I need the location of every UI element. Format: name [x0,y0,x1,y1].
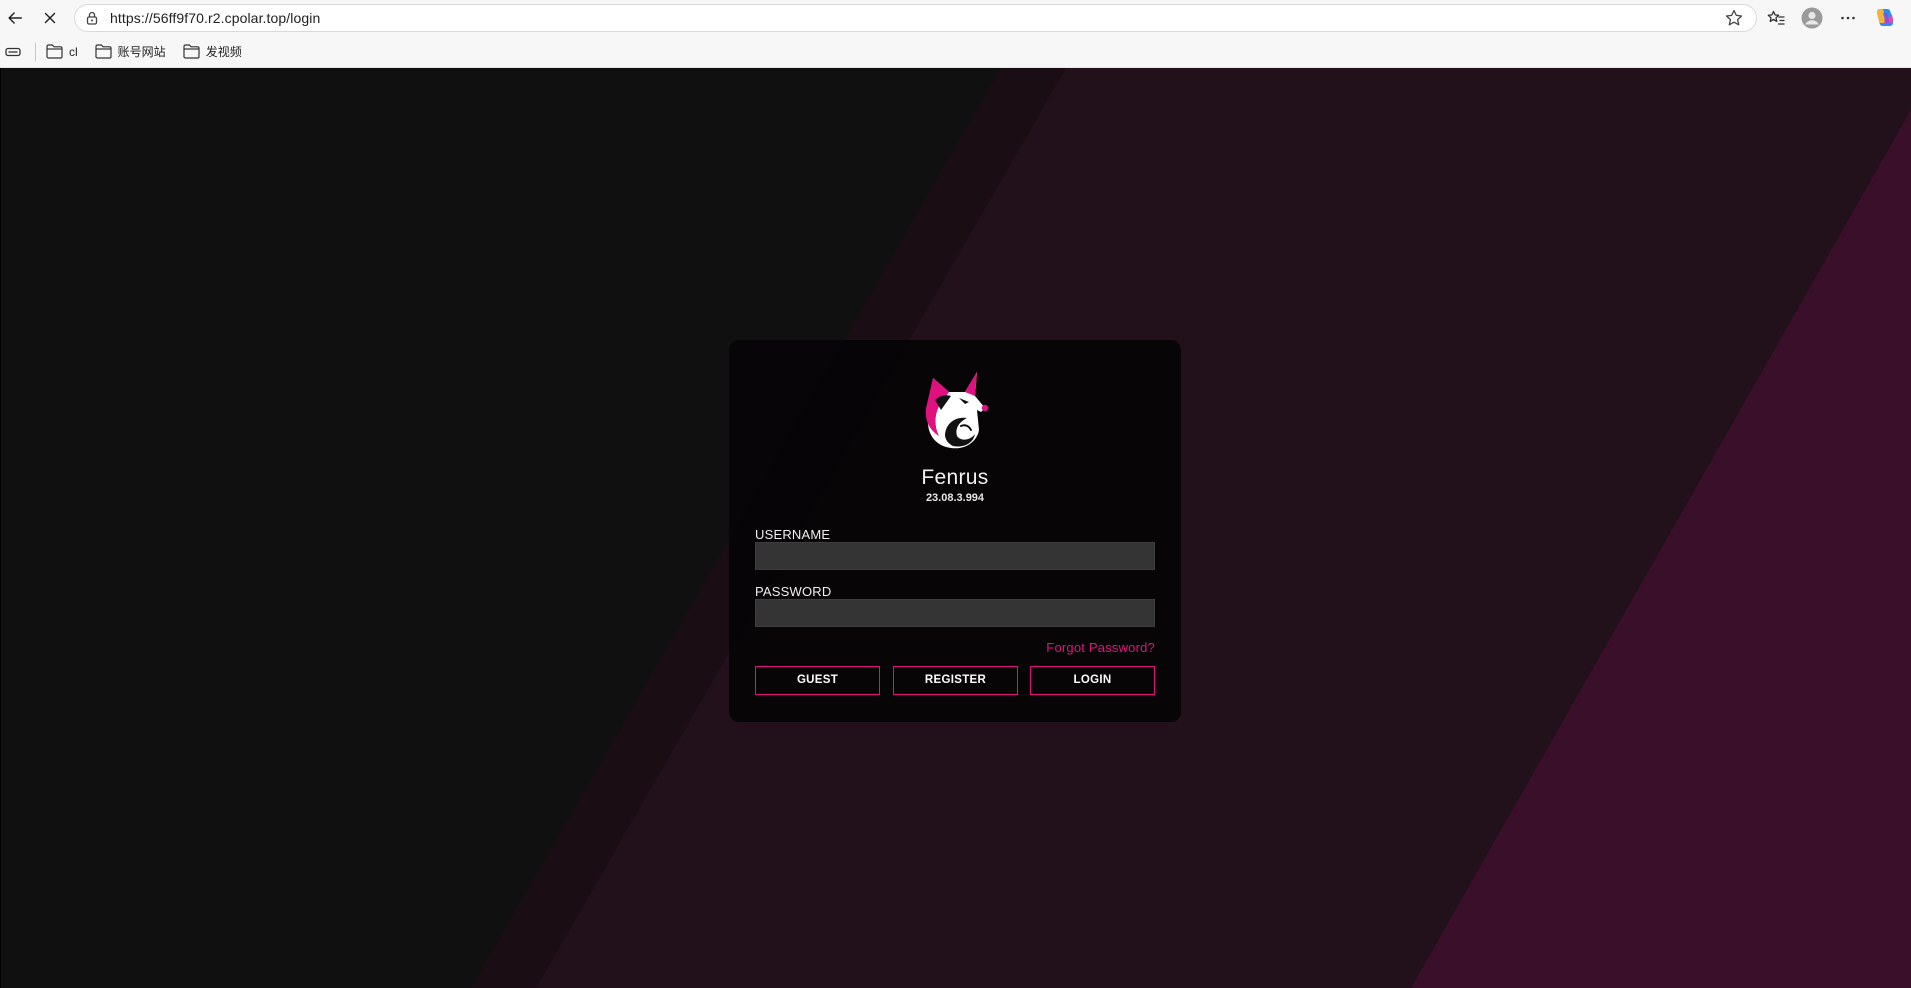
login-card: Fenrus 23.08.3.994 USERNAME PASSWORD For… [729,340,1181,722]
favorites-icon[interactable] [1762,4,1790,32]
apps-icon[interactable] [4,43,22,61]
copilot-icon[interactable] [1870,4,1898,32]
bookmark-folder-accounts[interactable]: 账号网站 [95,43,166,60]
more-icon[interactable] [1834,4,1862,32]
folder-icon [183,44,200,59]
forgot-password-link[interactable]: Forgot Password? [1046,640,1155,655]
login-page: Fenrus 23.08.3.994 USERNAME PASSWORD For… [0,68,1911,988]
bookmark-folder-cl[interactable]: cl [46,44,78,59]
login-button[interactable]: LOGIN [1030,666,1155,695]
url-text[interactable]: https://56ff9f70.r2.cpolar.top/login [110,10,1724,26]
fox-logo-icon [925,372,989,449]
register-button[interactable]: REGISTER [893,666,1018,695]
browser-toolbar: https://56ff9f70.r2.cpolar.top/login [0,0,1911,36]
username-input[interactable] [755,542,1155,570]
guest-button[interactable]: GUEST [755,666,880,695]
bookmark-label: 账号网站 [117,45,166,59]
username-label: USERNAME [755,527,831,542]
bookmarks-divider [35,42,36,61]
app-version: 23.08.3.994 [925,492,985,504]
folder-icon [95,44,112,59]
password-label: PASSWORD [755,584,832,599]
lock-icon[interactable] [84,10,100,26]
stop-icon[interactable] [36,4,64,32]
back-arrow-icon[interactable] [1,4,29,32]
bookmarks-bar: cl 账号网站 发视频 [0,36,1911,68]
app-name: Fenrus [921,466,989,489]
folder-icon [46,44,63,59]
bookmark-label: 发视频 [205,45,242,59]
address-bar[interactable]: https://56ff9f70.r2.cpolar.top/login [74,4,1757,32]
bookmark-label: cl [69,44,78,59]
star-icon[interactable] [1724,8,1744,28]
profile-icon[interactable] [1798,4,1826,32]
bookmark-folder-videos[interactable]: 发视频 [183,43,242,60]
password-input[interactable] [755,599,1155,627]
